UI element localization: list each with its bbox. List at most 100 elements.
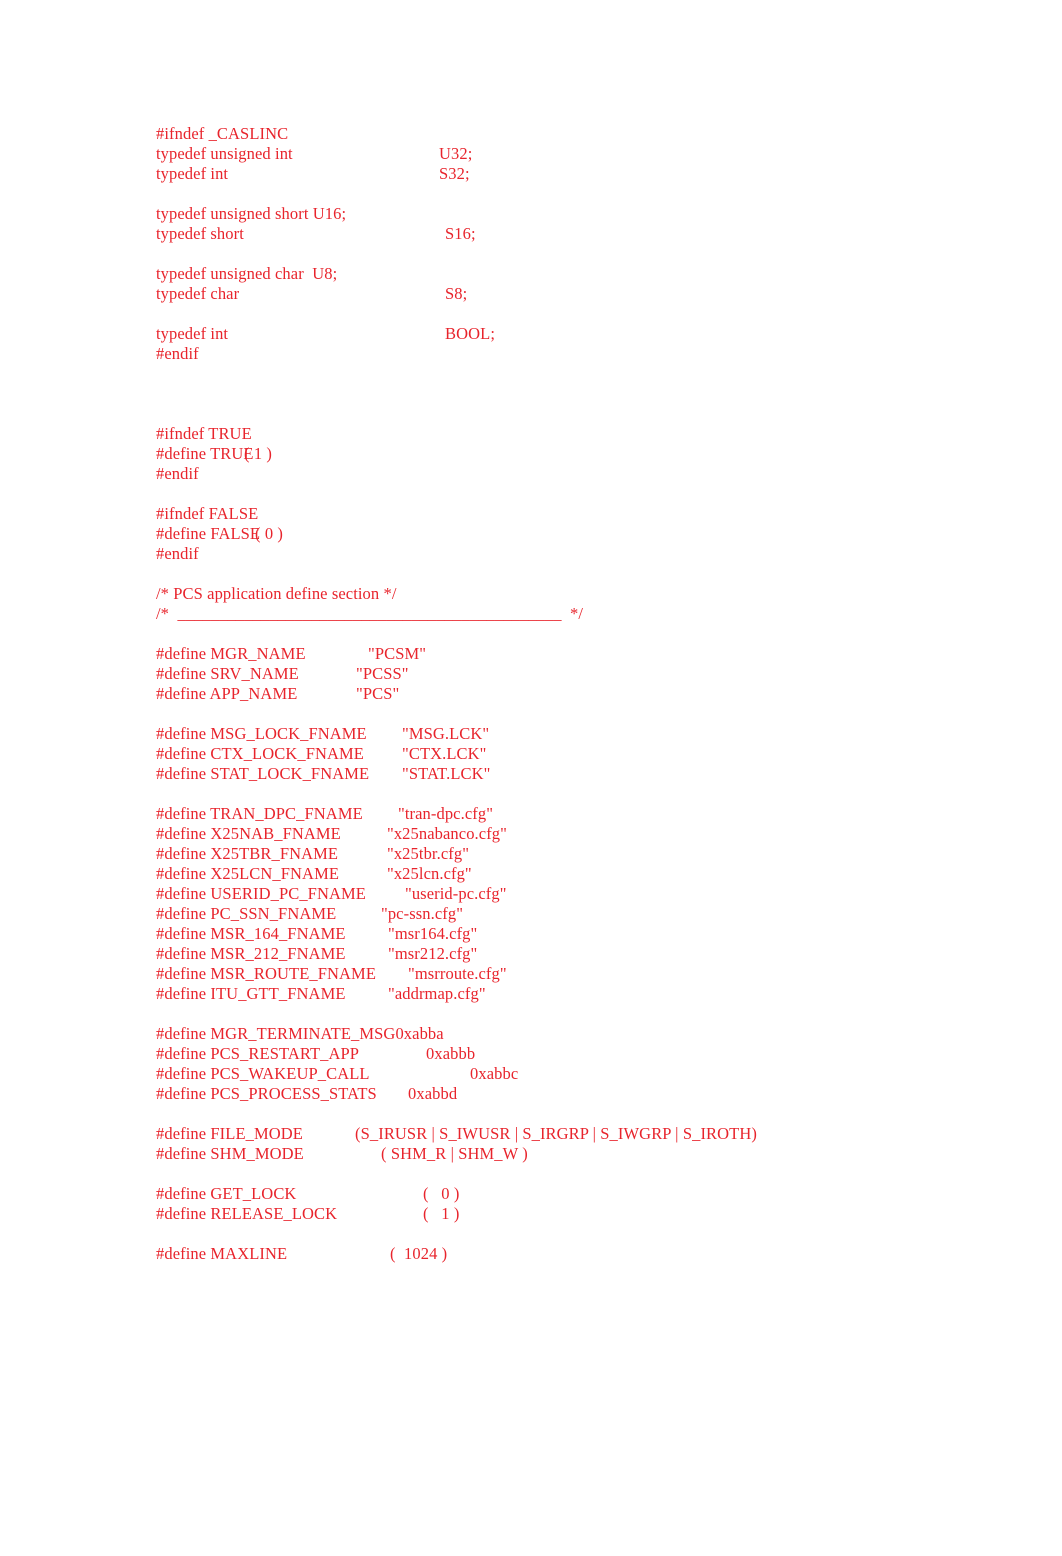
code-line-value: "PCS" <box>356 684 400 703</box>
code-line: #ifndef _CASLINC <box>156 124 1016 144</box>
code-line-text: #define APP_NAME <box>156 684 298 703</box>
code-line-value: S16; <box>445 224 476 243</box>
code-line-value: "PCSM" <box>368 644 427 663</box>
code-line: #define RELEASE_LOCK ( 1 ) <box>156 1204 1016 1224</box>
code-line: typedef unsigned short U16; <box>156 204 1016 224</box>
code-line-value: "x25lcn.cfg" <box>387 864 472 883</box>
code-line-value: "msrroute.cfg" <box>408 964 507 983</box>
code-line: #define MGR_TERMINATE_MSG0xabba <box>156 1024 1016 1044</box>
code-line-text: #define FILE_MODE <box>156 1124 303 1143</box>
code-line-text: #endif <box>156 544 199 563</box>
code-line-text: #define RELEASE_LOCK <box>156 1204 338 1223</box>
code-line-text: #endif <box>156 464 199 483</box>
code-line-text: #define TRAN_DPC_FNAME <box>156 804 363 823</box>
code-line-value: ( SHM_R | SHM_W ) <box>381 1144 528 1163</box>
code-line-value: "addrmap.cfg" <box>388 984 486 1003</box>
code-line: #define MAXLINE ( 1024 ) <box>156 1244 1016 1264</box>
code-line-value: "x25nabanco.cfg" <box>387 824 507 843</box>
code-line-value: ( 0 ) <box>423 1184 460 1203</box>
code-line-value: "MSG.LCK" <box>402 724 490 743</box>
code-line: #define MSG_LOCK_FNAME "MSG.LCK" <box>156 724 1016 744</box>
code-line: #define MGR_NAME "PCSM" <box>156 644 1016 664</box>
code-line: #ifndef FALSE <box>156 504 1016 524</box>
code-line-text: #ifndef TRUE <box>156 424 252 443</box>
code-line-text: #ifndef _CASLINC <box>156 124 289 143</box>
code-line: #define X25NAB_FNAME "x25nabanco.cfg" <box>156 824 1016 844</box>
code-line-text: #define PCS_PROCESS_STATS <box>156 1084 377 1103</box>
code-line: #define PCS_RESTART_APP 0xabbb <box>156 1044 1016 1064</box>
code-line-value: ( 1 ) <box>244 444 272 463</box>
code-line-value: "tran-dpc.cfg" <box>398 804 494 823</box>
code-line-value: BOOL; <box>445 324 495 343</box>
code-line-text: #define STAT_LOCK_FNAME <box>156 764 370 783</box>
code-line-value: ( 1024 ) <box>390 1244 448 1263</box>
code-line: #define FALSE( 0 ) <box>156 524 1016 544</box>
code-line-value: S8; <box>445 284 468 303</box>
code-line: #endif <box>156 344 1016 364</box>
code-line-text: #define GET_LOCK <box>156 1184 297 1203</box>
code-line-text: #define MSR_164_FNAME <box>156 924 346 943</box>
code-line: #define MSR_ROUTE_FNAME "msrroute.cfg" <box>156 964 1016 984</box>
code-line: #define PCS_WAKEUP_CALL 0xabbc <box>156 1064 1016 1084</box>
code-line-text: #define FALSE <box>156 524 261 543</box>
code-line-text: typedef char <box>156 284 240 303</box>
code-line: typedef int S32; <box>156 164 1016 184</box>
code-line-value: "pc-ssn.cfg" <box>381 904 464 923</box>
code-line-value: "x25tbr.cfg" <box>387 844 470 863</box>
code-line: #ifndef TRUE <box>156 424 1016 444</box>
code-line: #define APP_NAME "PCS" <box>156 684 1016 704</box>
code-line-value: U32; <box>439 144 473 163</box>
code-line-text: typedef int <box>156 324 229 343</box>
code-line: #define GET_LOCK ( 0 ) <box>156 1184 1016 1204</box>
code-line-text: #define MSG_LOCK_FNAME <box>156 724 367 743</box>
code-line-text: typedef unsigned char U8; <box>156 264 338 283</box>
code-line-value: S32; <box>439 164 470 183</box>
code-line-text: #define PCS_RESTART_APP <box>156 1044 360 1063</box>
code-line-text: /* _____________________________________… <box>156 604 584 623</box>
code-line-text: #define ITU_GTT_FNAME <box>156 984 346 1003</box>
code-line-text: #define SHM_MODE <box>156 1144 304 1163</box>
code-line: #define FILE_MODE (S_IRUSR | S_IWUSR | S_… <box>156 1124 1016 1144</box>
code-line-text: #define X25TBR_FNAME <box>156 844 339 863</box>
code-line-text: #define TRUE <box>156 444 254 463</box>
code-listing: #ifndef _CASLINC typedef unsigned int U32;… <box>156 124 1016 1264</box>
code-line-text: typedef unsigned int <box>156 144 293 163</box>
code-line: typedef unsigned int U32; <box>156 144 1016 164</box>
code-line-value: "STAT.LCK" <box>402 764 491 783</box>
code-line: #define ITU_GTT_FNAME "addrmap.cfg" <box>156 984 1016 1004</box>
code-line-text: typedef short <box>156 224 244 243</box>
code-line: typedef int BOOL; <box>156 324 1016 344</box>
code-line: #define X25LCN_FNAME "x25lcn.cfg" <box>156 864 1016 884</box>
code-line-text: #define MGR_TERMINATE_MSG0xabba <box>156 1024 444 1043</box>
code-line-value: 0xabbc <box>470 1064 519 1083</box>
code-line-value: "msr212.cfg" <box>388 944 478 963</box>
code-line: #define CTX_LOCK_FNAME "CTX.LCK" <box>156 744 1016 764</box>
code-line: #endif <box>156 544 1016 564</box>
code-line: #define STAT_LOCK_FNAME "STAT.LCK" <box>156 764 1016 784</box>
code-line: typedef unsigned char U8; <box>156 264 1016 284</box>
code-line-text: #define CTX_LOCK_FNAME <box>156 744 364 763</box>
code-line-text: /* PCS application define section */ <box>156 584 397 603</box>
code-line-text: #define SRV_NAME <box>156 664 299 683</box>
code-line: #define SRV_NAME "PCSS" <box>156 664 1016 684</box>
code-line: #endif <box>156 464 1016 484</box>
code-line: #define TRAN_DPC_FNAME "tran-dpc.cfg" <box>156 804 1016 824</box>
code-line-value: "CTX.LCK" <box>402 744 487 763</box>
code-line: #define USERID_PC_FNAME "userid-pc.cfg" <box>156 884 1016 904</box>
code-line-value: 0xabbd <box>408 1084 458 1103</box>
code-line-text: #endif <box>156 344 199 363</box>
code-line: #define PCS_PROCESS_STATS 0xabbd <box>156 1084 1016 1104</box>
code-line-value: ( 0 ) <box>255 524 283 543</box>
